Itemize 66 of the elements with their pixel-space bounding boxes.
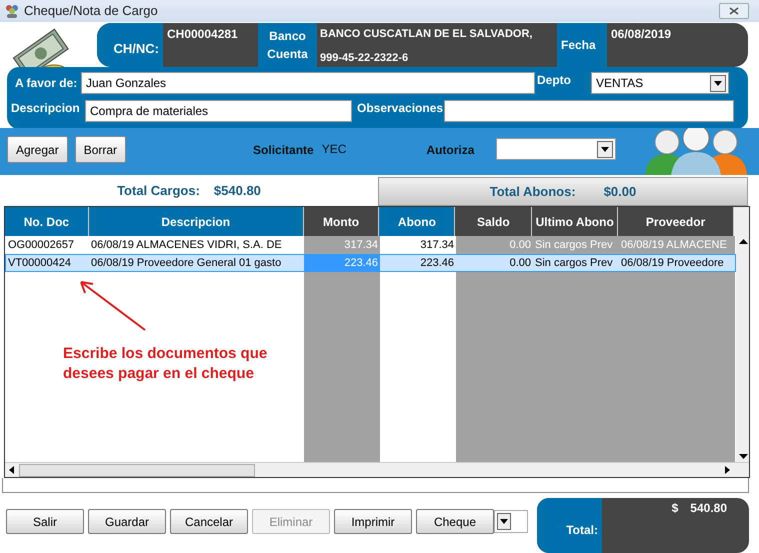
table-cell-text: Sin cargos Prev xyxy=(534,256,614,271)
column-header[interactable]: Ultimo Abono xyxy=(532,207,618,236)
annotation-text: Escribe los documentos que desees pagar en el cheque xyxy=(63,344,268,384)
column-header[interactable]: Proveedor xyxy=(618,207,734,236)
close-button[interactable] xyxy=(719,3,749,19)
credits-total: $0.00 xyxy=(604,182,636,201)
table-cell-text: VT00000424 xyxy=(7,256,72,271)
payee-field[interactable]: Juan Gonzales xyxy=(81,72,535,94)
credits-label: Total Abonos: xyxy=(490,182,576,201)
toolbar-button[interactable]: Agregar xyxy=(7,136,68,163)
dropdown-caret-icon xyxy=(714,80,722,86)
observations-field[interactable] xyxy=(444,100,734,122)
column-header[interactable]: Monto xyxy=(304,207,380,236)
bank-name: BANCO CUSCATLAN DE EL SALVADOR, xyxy=(320,27,534,42)
annotation-arrow xyxy=(77,278,147,332)
dropdown-caret-icon xyxy=(601,146,610,152)
department-select[interactable]: VENTAS xyxy=(591,72,729,94)
people-icon xyxy=(4,4,20,18)
document-number: CH00004281 xyxy=(167,27,238,41)
header-corner xyxy=(734,207,749,236)
vertical-scrollbar[interactable] xyxy=(736,236,749,462)
column-header[interactable]: No. Doc xyxy=(5,207,89,236)
column-header[interactable]: Descripcion xyxy=(88,207,304,236)
chnc-label: CH/NC: xyxy=(114,40,159,58)
footer-button[interactable]: Cheque xyxy=(416,509,494,534)
table-cell-text: 06/08/19 ALMACENES VIDRI, S.A. DE xyxy=(90,238,283,253)
department-label: Depto xyxy=(536,72,572,89)
date-label: Fecha xyxy=(561,37,596,54)
table-cell-text: 223.46 xyxy=(419,256,455,271)
dropdown-field[interactable] xyxy=(494,510,528,533)
footer-button[interactable]: Imprimir xyxy=(334,509,412,534)
footer-button[interactable]: Guardar xyxy=(88,509,166,534)
description-label: Descripcion xyxy=(11,100,81,117)
bank-label: Banco xyxy=(269,28,306,45)
column-header[interactable]: Saldo xyxy=(455,207,532,236)
requester-label: Solicitante xyxy=(253,142,314,159)
scroll-thumb[interactable] xyxy=(19,464,255,476)
footer-button[interactable]: Salir xyxy=(6,509,84,534)
observations-label: Observaciones xyxy=(356,100,444,117)
table-row[interactable]: VT00000424 06/08/19 Proveedore General 01 gasto 223.46 223.46 0.00 Sin cargos Prev 06/08/19 Proveedore xyxy=(5,254,736,272)
footer-button[interactable]: Cancelar xyxy=(170,509,248,534)
charges-label: Total Cargos: xyxy=(117,182,200,200)
authorizer-label: Autoriza xyxy=(426,142,474,159)
account-number: 999-45-22-2322-6 xyxy=(320,50,410,66)
payee-label: A favor de: xyxy=(14,75,78,92)
currency-symbol: $ xyxy=(672,500,678,517)
table-cell-text: OG00002657 xyxy=(7,238,76,253)
charges-total: $540.80 xyxy=(214,182,261,200)
column-header[interactable]: Abono xyxy=(379,207,456,236)
requester-value: YEC xyxy=(322,141,346,158)
table-cell-text: 06/08/19 Proveedore xyxy=(620,256,725,271)
description-field[interactable]: Compra de materiales xyxy=(85,100,352,122)
date-value: 06/08/2019 xyxy=(611,27,672,41)
table-row[interactable]: OG00002657 06/08/19 ALMACENES VIDRI, S.A. DE 317.34 317.34 0.00 Sin cargos Prev 06/08/19 ALMACENE xyxy=(5,236,736,254)
authorizer-select[interactable] xyxy=(496,138,616,160)
window-title: Cheque/Nota de Cargo xyxy=(24,2,159,20)
dropdown-caret-icon xyxy=(500,519,508,524)
toolbar-button[interactable]: Borrar xyxy=(74,136,126,163)
table-cell: 223.46 xyxy=(304,255,380,271)
total-label: Total: xyxy=(566,522,598,538)
table-cell-text: 0.00 xyxy=(508,256,532,271)
account-label: Cuenta xyxy=(267,46,308,63)
total-amount: 540.80 xyxy=(690,500,727,517)
close-icon xyxy=(729,7,739,15)
table-cell-text: 06/08/19 Proveedore General 01 gasto xyxy=(90,256,282,271)
horizontal-scrollbar[interactable] xyxy=(5,462,749,477)
